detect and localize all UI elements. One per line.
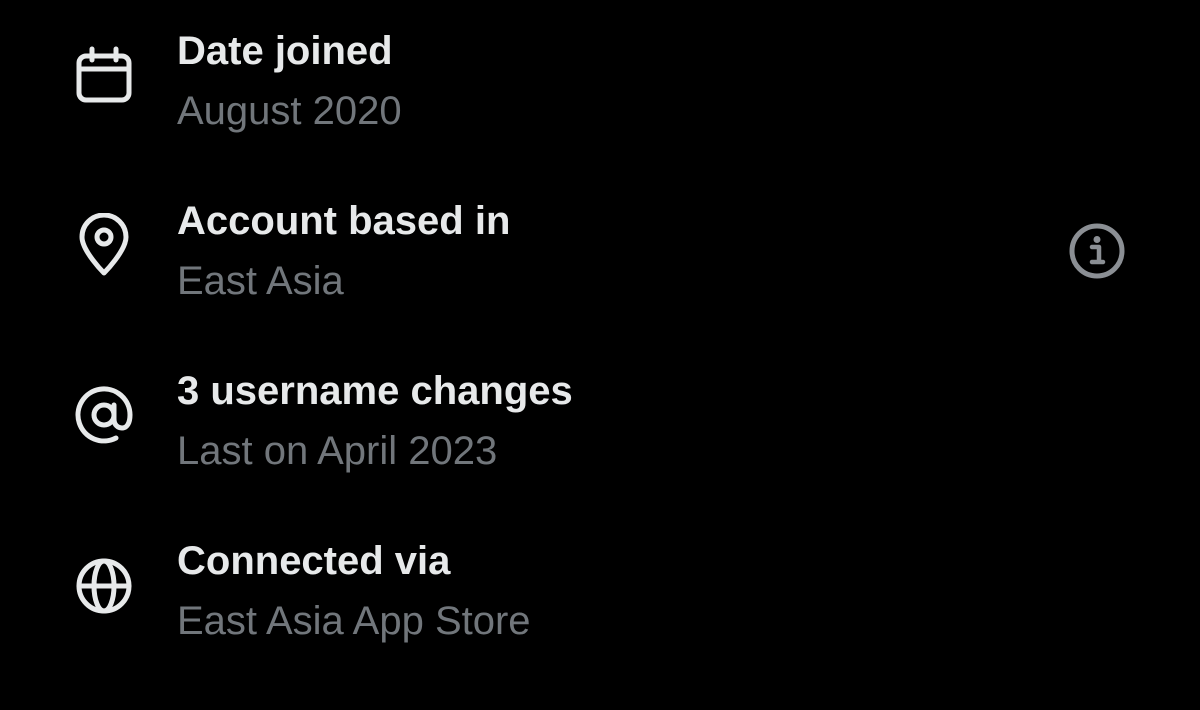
connected-via-value: East Asia App Store [177, 599, 531, 643]
username-changes-row: 3 username changes Last on April 2023 [0, 340, 1200, 490]
calendar-icon [72, 42, 136, 106]
username-changes-value: Last on April 2023 [177, 429, 498, 473]
username-changes-title: 3 username changes [177, 369, 573, 413]
globe-icon [72, 554, 136, 618]
date-joined-title: Date joined [177, 29, 393, 73]
date-joined-value: August 2020 [177, 89, 402, 133]
location-pin-icon [72, 213, 136, 277]
info-icon[interactable] [1066, 220, 1128, 282]
at-sign-icon [72, 383, 136, 447]
date-joined-row: Date joined August 2020 [0, 0, 1200, 150]
account-about-list: Date joined August 2020 Account based in… [0, 0, 1200, 710]
account-based-in-title: Account based in [177, 199, 511, 243]
connected-via-title: Connected via [177, 539, 451, 583]
account-based-in-row: Account based in East Asia [0, 170, 1200, 320]
connected-via-row: Connected via East Asia App Store [0, 510, 1200, 660]
account-based-in-value: East Asia [177, 259, 344, 303]
